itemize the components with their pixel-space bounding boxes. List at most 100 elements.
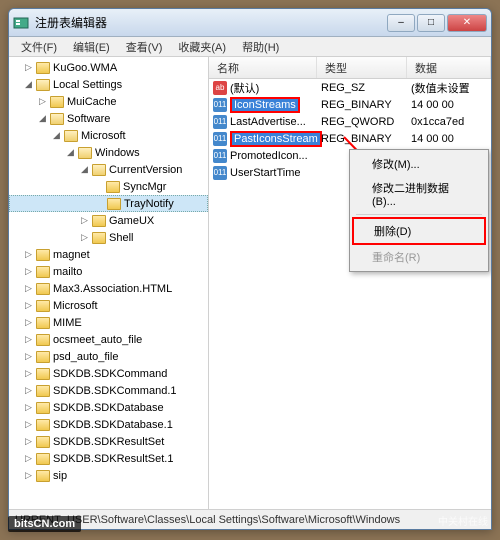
tree-node-local-settings[interactable]: ◢ Local Settings [9,76,208,93]
expander-icon[interactable] [94,198,105,209]
titlebar[interactable]: 注册表编辑器 – □ ✕ [9,9,491,37]
tree-label: ocsmeet_auto_file [53,334,142,346]
folder-icon [36,334,50,346]
list-view: 名称 类型 数据 ab(默认)REG_SZ(数值未设置011IconStream… [209,57,491,509]
tree-node-currentversion[interactable]: ◢CurrentVersion [9,161,208,178]
tree-node-syncmgr[interactable]: SyncMgr [9,178,208,195]
tree-label: sip [53,470,67,482]
folder-icon [36,266,50,278]
menu-help[interactable]: 帮助(H) [234,37,287,57]
binary-value-icon: 011 [213,98,227,112]
expander-icon[interactable]: ◢ [23,79,34,90]
folder-icon [36,436,50,448]
tree-label: MuiCache [67,96,117,108]
tree-label: Microsoft [53,300,98,312]
value-name: LastAdvertise... [230,116,306,128]
folder-icon [36,283,50,295]
value-data: 14 00 00 [411,99,491,111]
expander-icon[interactable]: ▷ [23,470,34,481]
expander-icon[interactable]: ▷ [23,62,34,73]
folder-icon [50,96,64,108]
expander-icon[interactable]: ▷ [23,402,34,413]
list-item[interactable]: ab(默认)REG_SZ(数值未设置 [209,79,491,96]
tree-node-sdkdb-sdkresultset-1[interactable]: ▷SDKDB.SDKResultSet.1 [9,450,208,467]
tree-node-microsoft[interactable]: ◢Microsoft [9,127,208,144]
tree-node-mailto[interactable]: ▷mailto [9,263,208,280]
tree-node-magnet[interactable]: ▷magnet [9,246,208,263]
expander-icon[interactable]: ▷ [23,436,34,447]
ctx-separator [356,214,482,215]
expander-icon[interactable]: ▷ [23,419,34,430]
expander-icon[interactable]: ◢ [37,113,48,124]
tree-label: Windows [95,147,140,159]
tree-label: Local Settings [53,79,122,91]
ctx-rename[interactable]: 重命名(R) [352,245,486,269]
tree-node-software[interactable]: ◢ Software [9,110,208,127]
expander-icon[interactable]: ▷ [23,266,34,277]
menu-favorites[interactable]: 收藏夹(A) [170,37,234,57]
value-type: REG_BINARY [321,99,411,111]
tree-node-sdkdb-sdkdatabase-1[interactable]: ▷SDKDB.SDKDatabase.1 [9,416,208,433]
tree-node-sdkdb-sdkresultset[interactable]: ▷SDKDB.SDKResultSet [9,433,208,450]
expander-icon[interactable]: ▷ [37,96,48,107]
tree-label: Software [67,113,110,125]
folder-icon [36,249,50,261]
maximize-button[interactable]: □ [417,14,445,32]
ctx-modify-binary[interactable]: 修改二进制数据(B)... [352,176,486,212]
menu-view[interactable]: 查看(V) [118,37,171,57]
expander-icon[interactable]: ▷ [79,215,90,226]
tree-node-microsoft[interactable]: ▷ Microsoft [9,297,208,314]
ctx-delete[interactable]: 删除(D) [352,217,486,245]
minimize-button[interactable]: – [387,14,415,32]
list-body[interactable]: ab(默认)REG_SZ(数值未设置011IconStreamsREG_BINA… [209,79,491,509]
expander-icon[interactable]: ▷ [23,334,34,345]
expander-icon[interactable]: ▷ [23,283,34,294]
tree-node-sdkdb-sdkcommand-1[interactable]: ▷SDKDB.SDKCommand.1 [9,382,208,399]
expander-icon[interactable]: ▷ [23,300,34,311]
expander-icon[interactable]: ▷ [23,385,34,396]
expander-icon[interactable]: ◢ [51,130,62,141]
app-icon [13,15,29,31]
tree-node-gameux[interactable]: ▷GameUX [9,212,208,229]
tree-node-mime[interactable]: ▷MIME [9,314,208,331]
tree-node-ocsmeet-auto-file[interactable]: ▷ ocsmeet_auto_file [9,331,208,348]
ctx-modify[interactable]: 修改(M)... [352,152,486,176]
value-type: REG_BINARY [321,133,411,145]
tree-node-kugoo-wma[interactable]: ▷KuGoo.WMA [9,59,208,76]
expander-icon[interactable]: ▷ [23,351,34,362]
expander-icon[interactable]: ▷ [23,249,34,260]
tree-node-sdkdb-sdkcommand[interactable]: ▷SDKDB.SDKCommand [9,365,208,382]
col-data[interactable]: 数据 [407,57,491,78]
col-name[interactable]: 名称 [209,57,317,78]
close-button[interactable]: ✕ [447,14,487,32]
expander-icon[interactable]: ▷ [79,232,90,243]
tree-node-shell[interactable]: ▷Shell [9,229,208,246]
tree-node-max3-association-html[interactable]: ▷Max3.Association.HTML [9,280,208,297]
regedit-window: 注册表编辑器 – □ ✕ 文件(F) 编辑(E) 查看(V) 收藏夹(A) 帮助… [8,8,492,530]
expander-icon[interactable]: ◢ [65,147,76,158]
tree-node-sdkdb-sdkdatabase[interactable]: ▷SDKDB.SDKDatabase [9,399,208,416]
list-item[interactable]: 011LastAdvertise...REG_QWORD0x1cca7ed [209,113,491,130]
folder-icon [106,181,120,193]
tree-label: TrayNotify [124,198,174,210]
expander-icon[interactable]: ▷ [23,453,34,464]
list-header: 名称 类型 数据 [209,57,491,79]
list-item[interactable]: 011IconStreamsREG_BINARY14 00 00 [209,96,491,113]
col-type[interactable]: 类型 [317,57,407,78]
expander-icon[interactable]: ◢ [79,164,90,175]
menu-file[interactable]: 文件(F) [13,37,65,57]
list-item[interactable]: 011PastIconsStreamREG_BINARY14 00 00 [209,130,491,147]
expander-icon[interactable]: ▷ [23,368,34,379]
tree-node-psd-auto-file[interactable]: ▷psd_auto_file [9,348,208,365]
folder-icon [64,130,78,142]
menu-edit[interactable]: 编辑(E) [65,37,118,57]
tree-node-muicache[interactable]: ▷ MuiCache [9,93,208,110]
expander-icon[interactable]: ▷ [23,317,34,328]
tree-view[interactable]: ▷KuGoo.WMA ◢ Local Settings ▷ MuiCache ◢ Softw… [9,57,209,509]
tree-node-windows[interactable]: ◢ Windows [9,144,208,161]
window-buttons: – □ ✕ [387,14,487,32]
expander-icon[interactable] [93,181,104,192]
tree-node-traynotify[interactable]: TrayNotify [9,195,208,212]
folder-icon [36,385,50,397]
tree-node-sip[interactable]: ▷ sip [9,467,208,484]
